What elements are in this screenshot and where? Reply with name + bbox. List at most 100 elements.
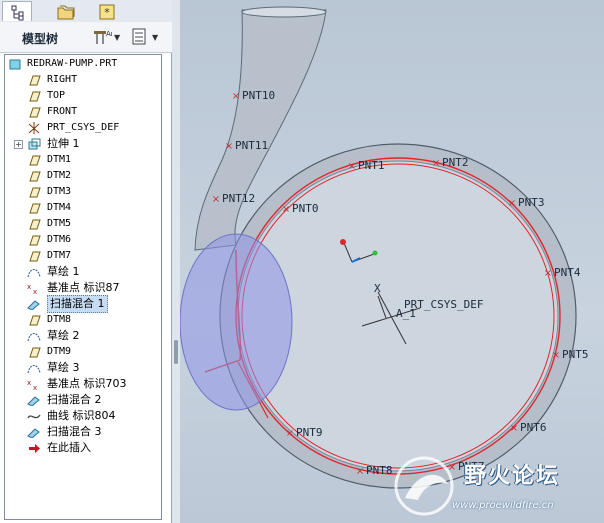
tree-item-label: DTM4 — [47, 202, 72, 213]
tree-settings-icon: An — [94, 30, 115, 44]
extrude-icon — [28, 138, 41, 150]
datum-point-mark: × — [212, 194, 220, 205]
chevron-down-icon: ▼ — [114, 33, 121, 42]
swept-blend-icon — [27, 396, 40, 406]
tree-item-label: 拉伸 1 — [47, 137, 80, 150]
datum-point-icon: xx — [27, 283, 37, 294]
tree-structure-icon — [11, 5, 24, 21]
svg-text:x: x — [33, 288, 37, 294]
tree-item-label: RIGHT — [47, 74, 78, 85]
star-icon: * — [99, 4, 115, 20]
tree-item-label: DTM9 — [47, 346, 72, 357]
panel-splitter[interactable] — [172, 0, 180, 523]
datum-point-mark: × — [508, 198, 516, 209]
model-tree-tab[interactable] — [2, 1, 32, 21]
tree-item-label: 草绘 3 — [47, 361, 80, 374]
tree-item-label: DTM1 — [47, 154, 72, 165]
datum-point-mark: × — [552, 350, 560, 361]
svg-text:x: x — [27, 283, 31, 291]
datum-point-mark: × — [432, 158, 440, 169]
splitter-grip-icon[interactable] — [174, 340, 178, 364]
tree-item-label: DTM2 — [47, 170, 72, 181]
datum-plane-icon — [29, 171, 41, 182]
csys-label: PRT_CSYS_DEF — [404, 298, 483, 311]
datum-point-mark: × — [282, 204, 290, 215]
datum-plane-icon — [29, 155, 41, 166]
tree-item-label: 基准点 标识87 — [47, 281, 120, 294]
show-columns-icon — [132, 28, 146, 45]
datum-point-label: PNT5 — [562, 348, 589, 361]
navigator-tab-strip: * — [0, 0, 172, 23]
tree-item-label: DTM5 — [47, 218, 72, 229]
csys-icon — [28, 122, 40, 134]
datum-plane-icon — [29, 91, 41, 102]
panel-title: 模型树 — [22, 32, 59, 46]
datum-point-label: PNT10 — [242, 89, 275, 102]
tree-item-label: DTM7 — [47, 250, 72, 261]
watermark-title: 野火论坛 — [464, 464, 561, 489]
datum-plane-icon — [29, 251, 41, 262]
tree-item-label: 草绘 1 — [47, 265, 80, 278]
folder-icon — [57, 5, 75, 20]
datum-point-label: PNT2 — [442, 156, 469, 169]
favorites-tab[interactable]: * — [92, 1, 122, 21]
tree-root-label: REDRAW-PUMP.PRT — [27, 58, 118, 69]
datum-point-label: PNT6 — [520, 421, 547, 434]
graphics-viewport[interactable]: × PNT10 × PNT11 × PNT12 × PNT0 × PNT1 × PNT2 × PNT3 × P… — [180, 0, 604, 523]
show-button[interactable]: ▼ — [130, 27, 162, 47]
datum-point-label: PNT11 — [235, 139, 268, 152]
model-scene[interactable]: × PNT10× PNT11× PNT12× PNT0× PNT1 × PNT2× PNT3× P… — [180, 0, 604, 523]
chevron-down-icon: ▼ — [152, 33, 159, 42]
svg-text:An: An — [106, 30, 112, 38]
expand-toggle-icon[interactable]: + — [14, 140, 23, 149]
tree-item-label: 基准点 标识703 — [47, 377, 127, 390]
inlet-opening — [241, 6, 327, 18]
watermark-url: www.proewildfire.cn — [452, 500, 554, 511]
sketch-icon — [27, 365, 41, 374]
datum-plane-icon — [29, 107, 41, 118]
folder-browser-tab[interactable] — [50, 1, 80, 21]
datum-point-mark: × — [348, 161, 356, 172]
axis-x-letter: X — [374, 282, 381, 295]
tree-item-label: DTM6 — [47, 234, 72, 245]
datum-plane-icon — [29, 347, 41, 358]
datum-point-mark: × — [356, 466, 364, 477]
highlight-section — [180, 233, 293, 411]
tree-item-label: 扫描混合 3 — [47, 425, 102, 438]
svg-text:x: x — [27, 379, 31, 387]
axis-label: A_1 — [396, 307, 416, 320]
tree-item-label: 扫描混合 2 — [47, 393, 102, 406]
tree-item-label: 在此插入 — [47, 441, 91, 454]
datum-plane-icon — [29, 203, 41, 214]
tree-settings-button[interactable]: An ▼ — [92, 27, 122, 47]
datum-point-label: PNT9 — [296, 426, 323, 439]
tree-item-label: PRT_CSYS_DEF — [47, 122, 120, 133]
datum-point-label: PNT8 — [366, 464, 393, 477]
svg-text:*: * — [104, 6, 110, 19]
datum-point-label: PNT3 — [518, 196, 545, 209]
datum-point-mark: × — [286, 428, 294, 439]
model-tree-toolbar: 模型树 An ▼ ▼ — [0, 22, 172, 53]
datum-plane-icon — [29, 187, 41, 198]
datum-point-label: PNT4 — [554, 266, 581, 279]
curve-icon — [27, 414, 41, 419]
datum-plane-icon — [29, 219, 41, 230]
datum-point-label: PNT0 — [292, 202, 319, 215]
datum-point-mark: × — [232, 91, 240, 102]
swept-blend-icon — [27, 428, 40, 438]
datum-point-mark: × — [225, 141, 233, 152]
sketch-icon — [27, 333, 41, 342]
tree-item-label: 扫描混合 1 — [47, 295, 108, 313]
insert-here-arrow-icon — [29, 444, 40, 453]
tree-item-label: DTM3 — [47, 186, 72, 197]
model-tree: REDRAW-PUMP.PRT RIGHT TOP FRONT PRT_CSYS_DE… — [4, 54, 162, 520]
swept-blend-icon — [27, 300, 40, 310]
datum-point-mark: × — [544, 268, 552, 279]
tree-item-label: 曲线 标识804 — [47, 409, 116, 422]
tree-item-label: FRONT — [47, 106, 78, 117]
datum-point-icon: xx — [27, 379, 37, 390]
datum-plane-icon — [29, 315, 41, 326]
datum-point-mark: × — [510, 423, 518, 434]
tree-item-label: 草绘 2 — [47, 329, 80, 342]
datum-point-label: PNT1 — [358, 159, 385, 172]
